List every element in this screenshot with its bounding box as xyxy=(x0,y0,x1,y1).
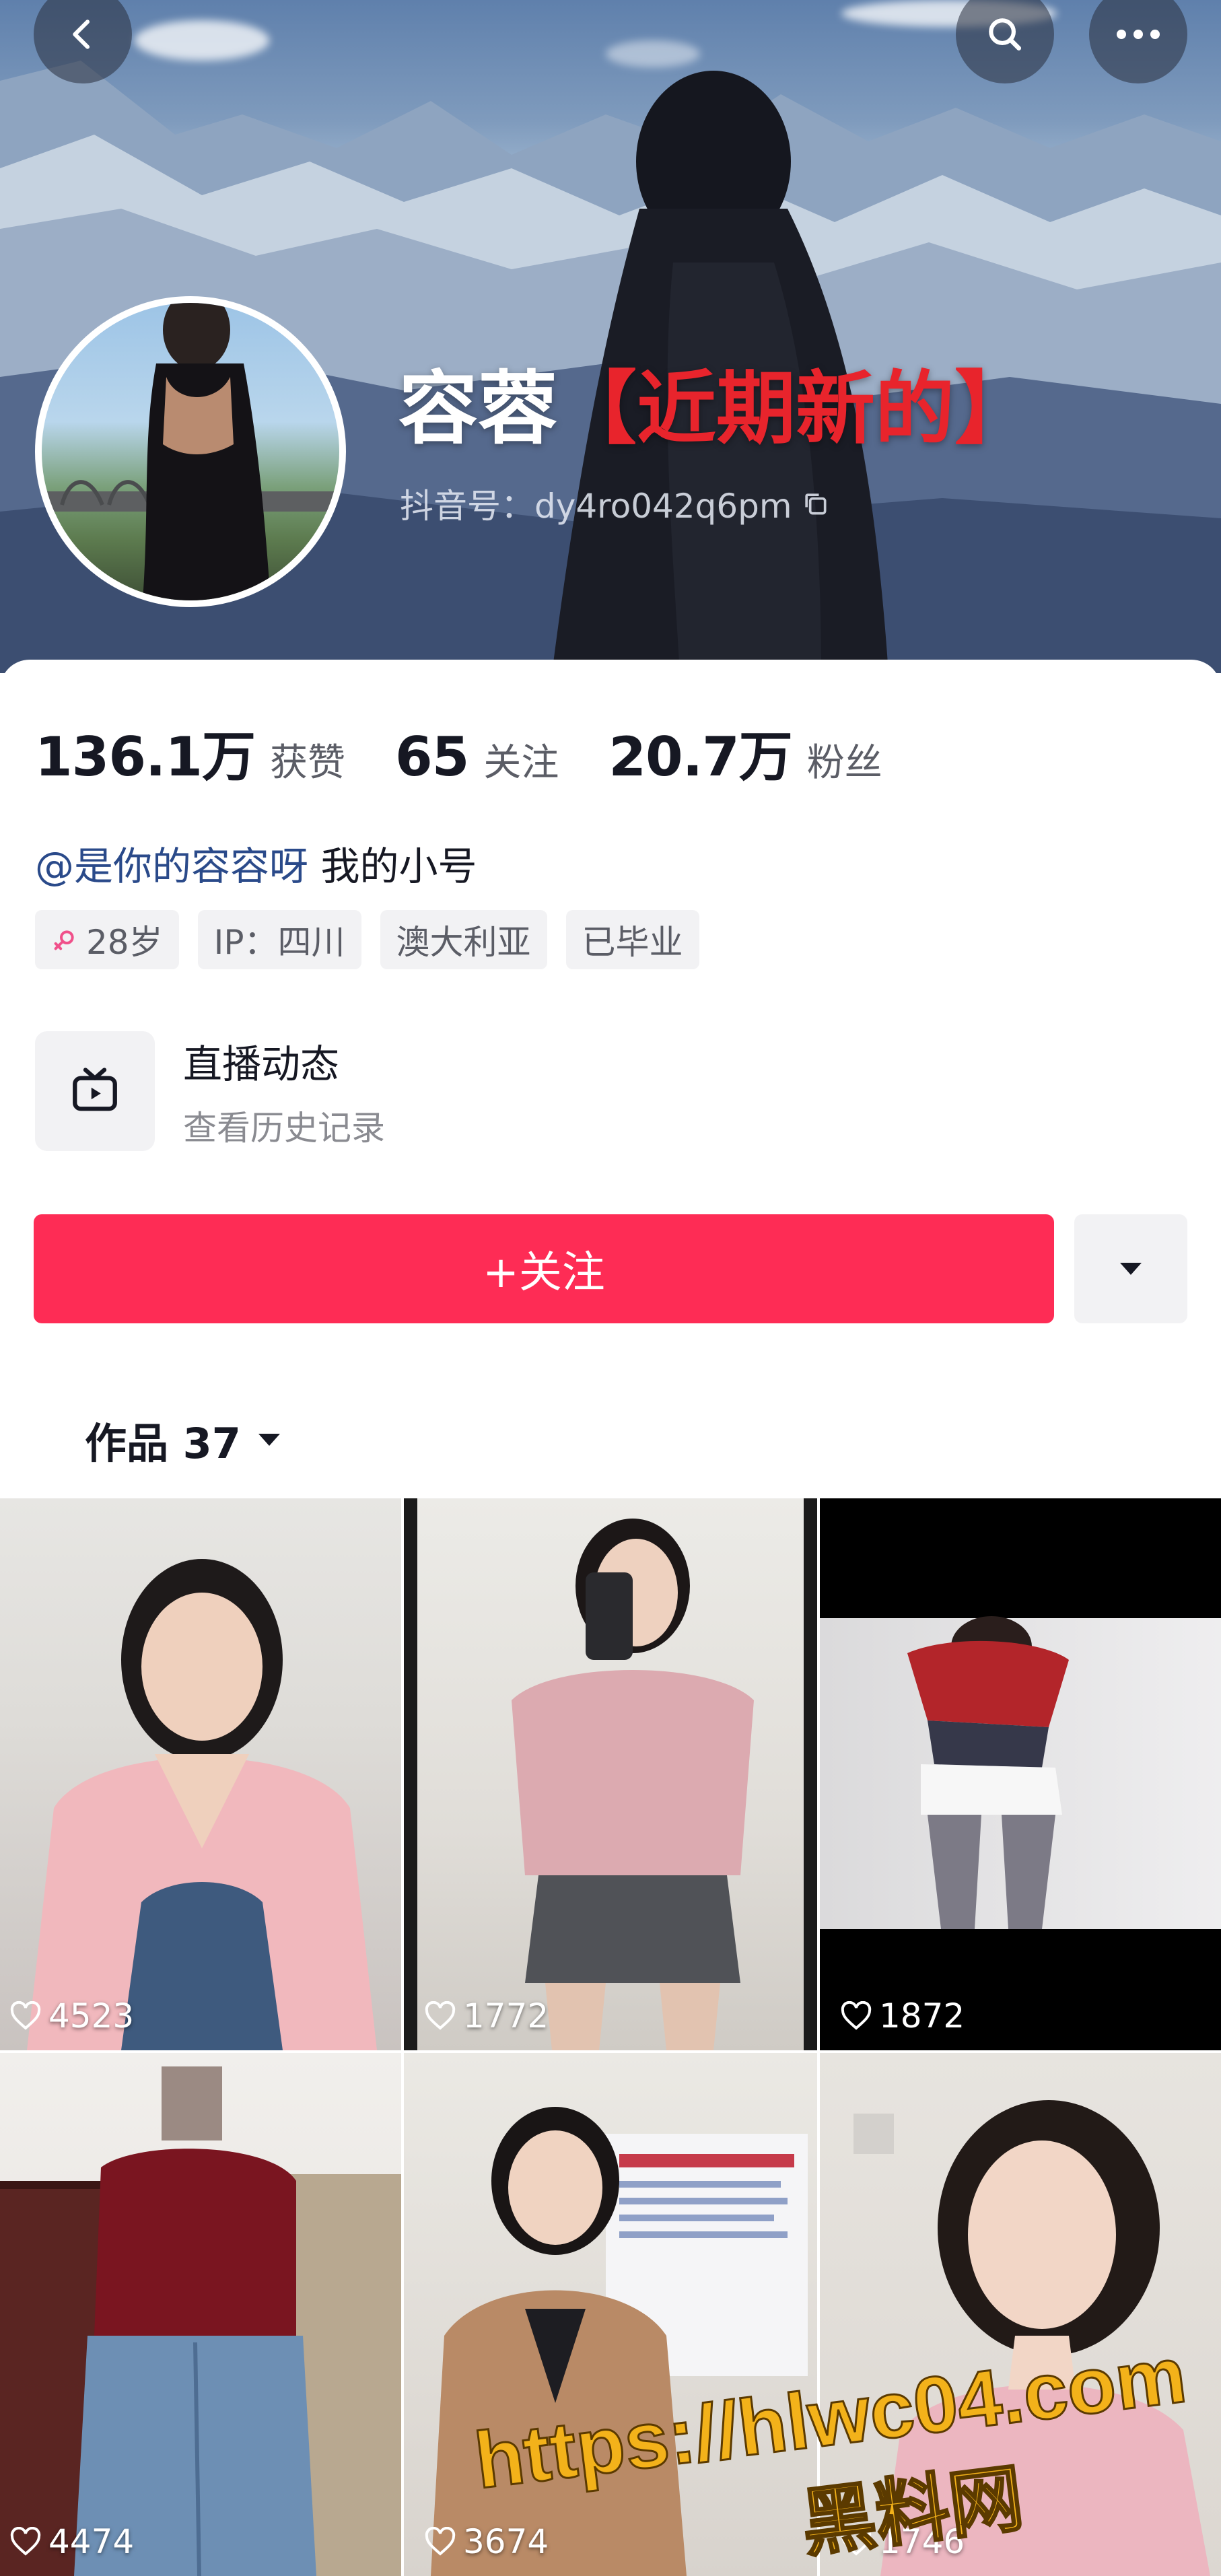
bio-mention-link[interactable]: @是你的容容呀 xyxy=(35,843,308,889)
video-likes-count: 1746 xyxy=(879,2522,965,2561)
tag-location-label: 澳大利亚 xyxy=(396,923,531,962)
heart-outline-icon xyxy=(425,2527,456,2556)
douyin-id: 抖音号：dy4ro042q6pm xyxy=(400,487,792,526)
stat-followers-label[interactable]: 粉丝 xyxy=(807,732,882,787)
profile-name: 容蓉【近期新的】 xyxy=(398,369,1034,448)
profile-tags: 28岁 IP：四川 澳大利亚 已毕业 xyxy=(35,910,699,969)
video-thumbnail-image xyxy=(27,1559,377,2050)
bio: @是你的容容呀 我的小号 xyxy=(35,835,477,891)
follow-dropdown-button[interactable] xyxy=(1074,1214,1187,1323)
video-thumbnail-image xyxy=(0,2066,401,2576)
tab-works[interactable]: 作品 37 xyxy=(85,1409,283,1470)
live-subtitle: 查看历史记录 xyxy=(183,1109,385,1148)
profile-name-suffix: 【近期新的】 xyxy=(557,362,1035,455)
tag-ip-label: IP：四川 xyxy=(213,923,345,962)
video-thumbnail[interactable]: 1772 xyxy=(404,1498,817,2050)
live-icon-box xyxy=(35,1031,155,1151)
heart-outline-icon xyxy=(10,2527,41,2556)
chevron-left-icon xyxy=(73,20,90,49)
female-icon xyxy=(54,930,74,950)
avatar[interactable] xyxy=(35,296,346,607)
video-likes: 4474 xyxy=(9,2522,134,2561)
douyin-id-row[interactable]: 抖音号：dy4ro042q6pm xyxy=(400,479,830,528)
tag-location: 澳大利亚 xyxy=(380,910,547,969)
tag-education: 已毕业 xyxy=(565,910,699,969)
stats-row: 136.1万 获赞 65 关注 20.7万 粉丝 xyxy=(35,713,932,792)
video-thumbnail-image xyxy=(820,1616,1221,1929)
bio-text: 我的小号 xyxy=(308,843,477,889)
video-thumbnail[interactable]: 4523 xyxy=(0,1498,401,2050)
heart-outline-icon xyxy=(841,2527,872,2556)
stat-followers-value[interactable]: 20.7万 xyxy=(608,713,792,792)
live-history-entry[interactable]: 直播动态 查看历史记录 xyxy=(35,1031,385,1151)
stat-likes-value[interactable]: 136.1万 xyxy=(35,713,256,792)
follow-button-label: +关注 xyxy=(483,1248,605,1298)
video-likes: 1872 xyxy=(840,1996,965,2035)
tag-age-label: 28岁 xyxy=(86,923,163,962)
tag-ip: IP：四川 xyxy=(197,910,361,969)
video-likes-count: 3674 xyxy=(463,2522,549,2561)
video-likes-count: 1772 xyxy=(463,1996,549,2035)
stat-following-value[interactable]: 65 xyxy=(395,726,469,788)
caret-down-icon xyxy=(1120,1263,1142,1275)
video-thumbnail[interactable]: 4474 xyxy=(0,2053,401,2576)
video-likes-count: 1872 xyxy=(879,1996,965,2035)
copy-icon[interactable] xyxy=(800,489,830,518)
stat-likes-label[interactable]: 获赞 xyxy=(270,732,345,787)
avatar-image xyxy=(42,303,339,600)
video-thumbnail[interactable]: 1746 xyxy=(820,2053,1221,2576)
video-thumbnail-image xyxy=(431,2107,808,2576)
tag-age: 28岁 xyxy=(35,910,179,969)
video-thumbnail[interactable]: 1872 xyxy=(820,1498,1221,2050)
heart-outline-icon xyxy=(841,2001,872,2030)
tab-works-label: 作品 37 xyxy=(85,1419,241,1468)
follow-button[interactable]: +关注 xyxy=(34,1214,1054,1323)
video-thumbnail-image xyxy=(853,2100,1210,2576)
video-likes-count: 4523 xyxy=(48,1996,135,2035)
caret-down-icon xyxy=(258,1434,280,1446)
profile-name-text: 容蓉 xyxy=(398,362,558,455)
live-title: 直播动态 xyxy=(183,1041,340,1087)
video-likes: 3674 xyxy=(424,2522,549,2561)
video-grid: 4523 1772 1872 4474 3674 1746 xyxy=(0,1498,1221,2576)
video-thumbnail[interactable]: 3674 xyxy=(404,2053,817,2576)
video-likes: 1772 xyxy=(424,1996,549,2035)
video-thumbnail-image xyxy=(404,1498,817,2050)
video-likes: 4523 xyxy=(9,1996,134,2035)
profile-cover: 容蓉【近期新的】 抖音号：dy4ro042q6pm xyxy=(0,0,1221,673)
more-dots-icon xyxy=(1117,30,1160,39)
tv-play-icon xyxy=(73,1068,117,1111)
heart-outline-icon xyxy=(10,2001,41,2030)
heart-outline-icon xyxy=(425,2001,456,2030)
search-icon xyxy=(989,18,1022,51)
tag-education-label: 已毕业 xyxy=(582,923,683,962)
video-likes: 1746 xyxy=(840,2522,965,2561)
cover-person-silhouette xyxy=(552,71,888,673)
stat-following-label[interactable]: 关注 xyxy=(483,732,559,787)
video-likes-count: 4474 xyxy=(48,2522,135,2561)
